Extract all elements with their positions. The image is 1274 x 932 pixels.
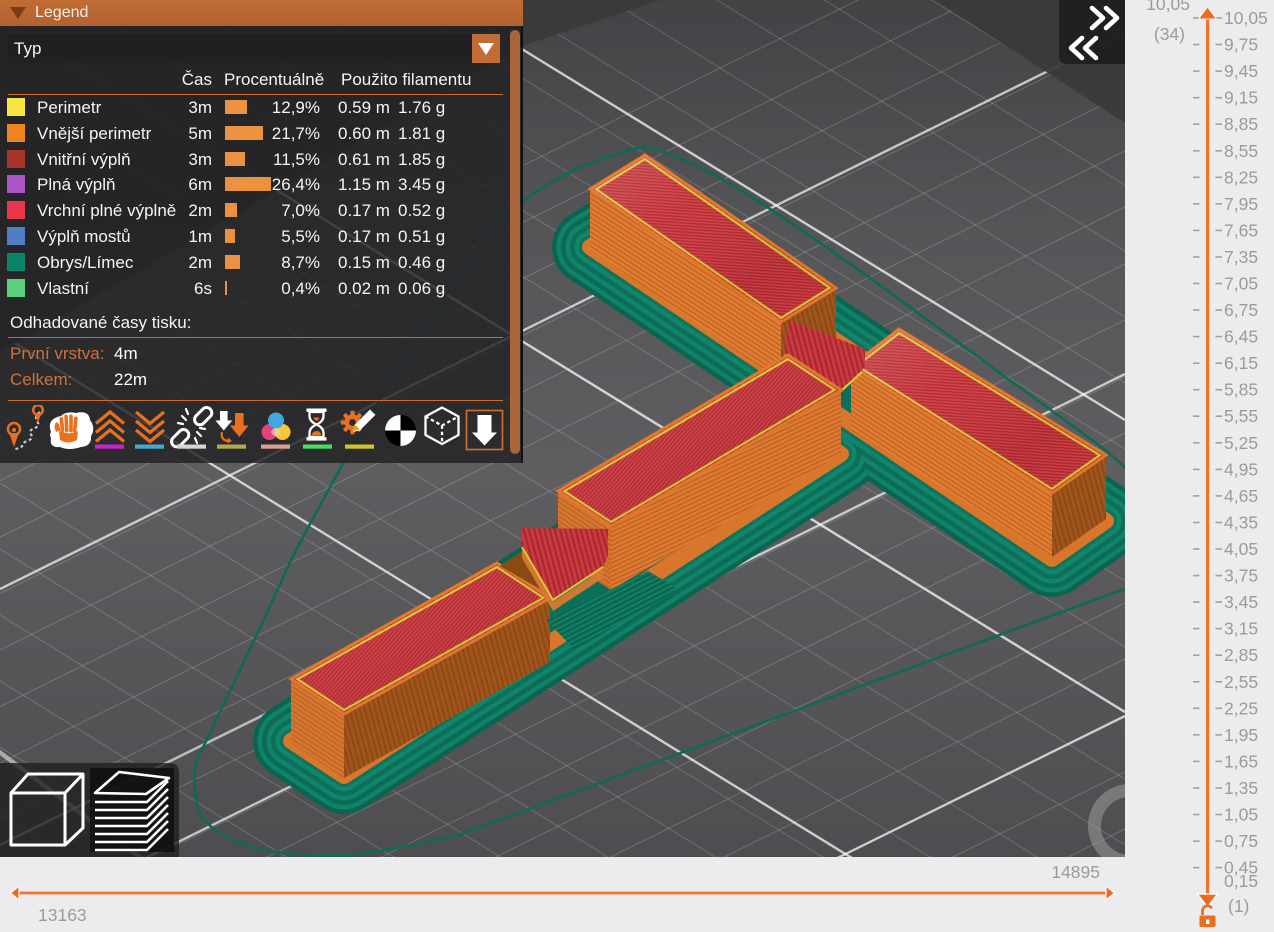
svg-text:0,45: 0,45 [1224, 858, 1258, 878]
svg-text:6,75: 6,75 [1224, 300, 1258, 320]
svg-text:3,15: 3,15 [1224, 619, 1258, 639]
svg-text:8,55: 8,55 [1224, 141, 1258, 161]
svg-text:6,15: 6,15 [1224, 353, 1258, 373]
svg-text:5,25: 5,25 [1224, 433, 1258, 453]
svg-text:1,65: 1,65 [1224, 751, 1258, 771]
svg-text:1,05: 1,05 [1224, 805, 1258, 825]
svg-text:4,65: 4,65 [1224, 486, 1258, 506]
svg-text:14895: 14895 [1051, 862, 1100, 882]
svg-text:5,85: 5,85 [1224, 380, 1258, 400]
svg-text:8,25: 8,25 [1224, 167, 1258, 187]
svg-text:9,15: 9,15 [1224, 88, 1258, 108]
svg-text:10,05: 10,05 [1224, 8, 1268, 28]
svg-text:8,85: 8,85 [1224, 114, 1258, 134]
svg-text:1,35: 1,35 [1224, 778, 1258, 798]
svg-text:5,55: 5,55 [1224, 406, 1258, 426]
svg-text:3,75: 3,75 [1224, 566, 1258, 586]
svg-text:2,85: 2,85 [1224, 645, 1258, 665]
svg-text:4,05: 4,05 [1224, 539, 1258, 559]
svg-text:0,75: 0,75 [1224, 831, 1258, 851]
svg-text:7,05: 7,05 [1224, 274, 1258, 294]
svg-text:(34): (34) [1154, 24, 1185, 44]
svg-text:1,95: 1,95 [1224, 725, 1258, 745]
svg-text:10,05: 10,05 [1146, 0, 1190, 14]
svg-text:2,25: 2,25 [1224, 698, 1258, 718]
svg-text:7,95: 7,95 [1224, 194, 1258, 214]
svg-text:9,75: 9,75 [1224, 35, 1258, 55]
svg-text:0,15: 0,15 [1224, 871, 1258, 891]
svg-text:13163: 13163 [38, 905, 87, 925]
svg-text:4,95: 4,95 [1224, 459, 1258, 479]
svg-text:6,45: 6,45 [1224, 327, 1258, 347]
svg-text:2,55: 2,55 [1224, 672, 1258, 692]
svg-text:7,35: 7,35 [1224, 247, 1258, 267]
svg-text:9,45: 9,45 [1224, 61, 1258, 81]
svg-text:7,65: 7,65 [1224, 220, 1258, 240]
svg-text:(1): (1) [1228, 896, 1249, 916]
svg-text:3,45: 3,45 [1224, 592, 1258, 612]
svg-text:4,35: 4,35 [1224, 513, 1258, 533]
